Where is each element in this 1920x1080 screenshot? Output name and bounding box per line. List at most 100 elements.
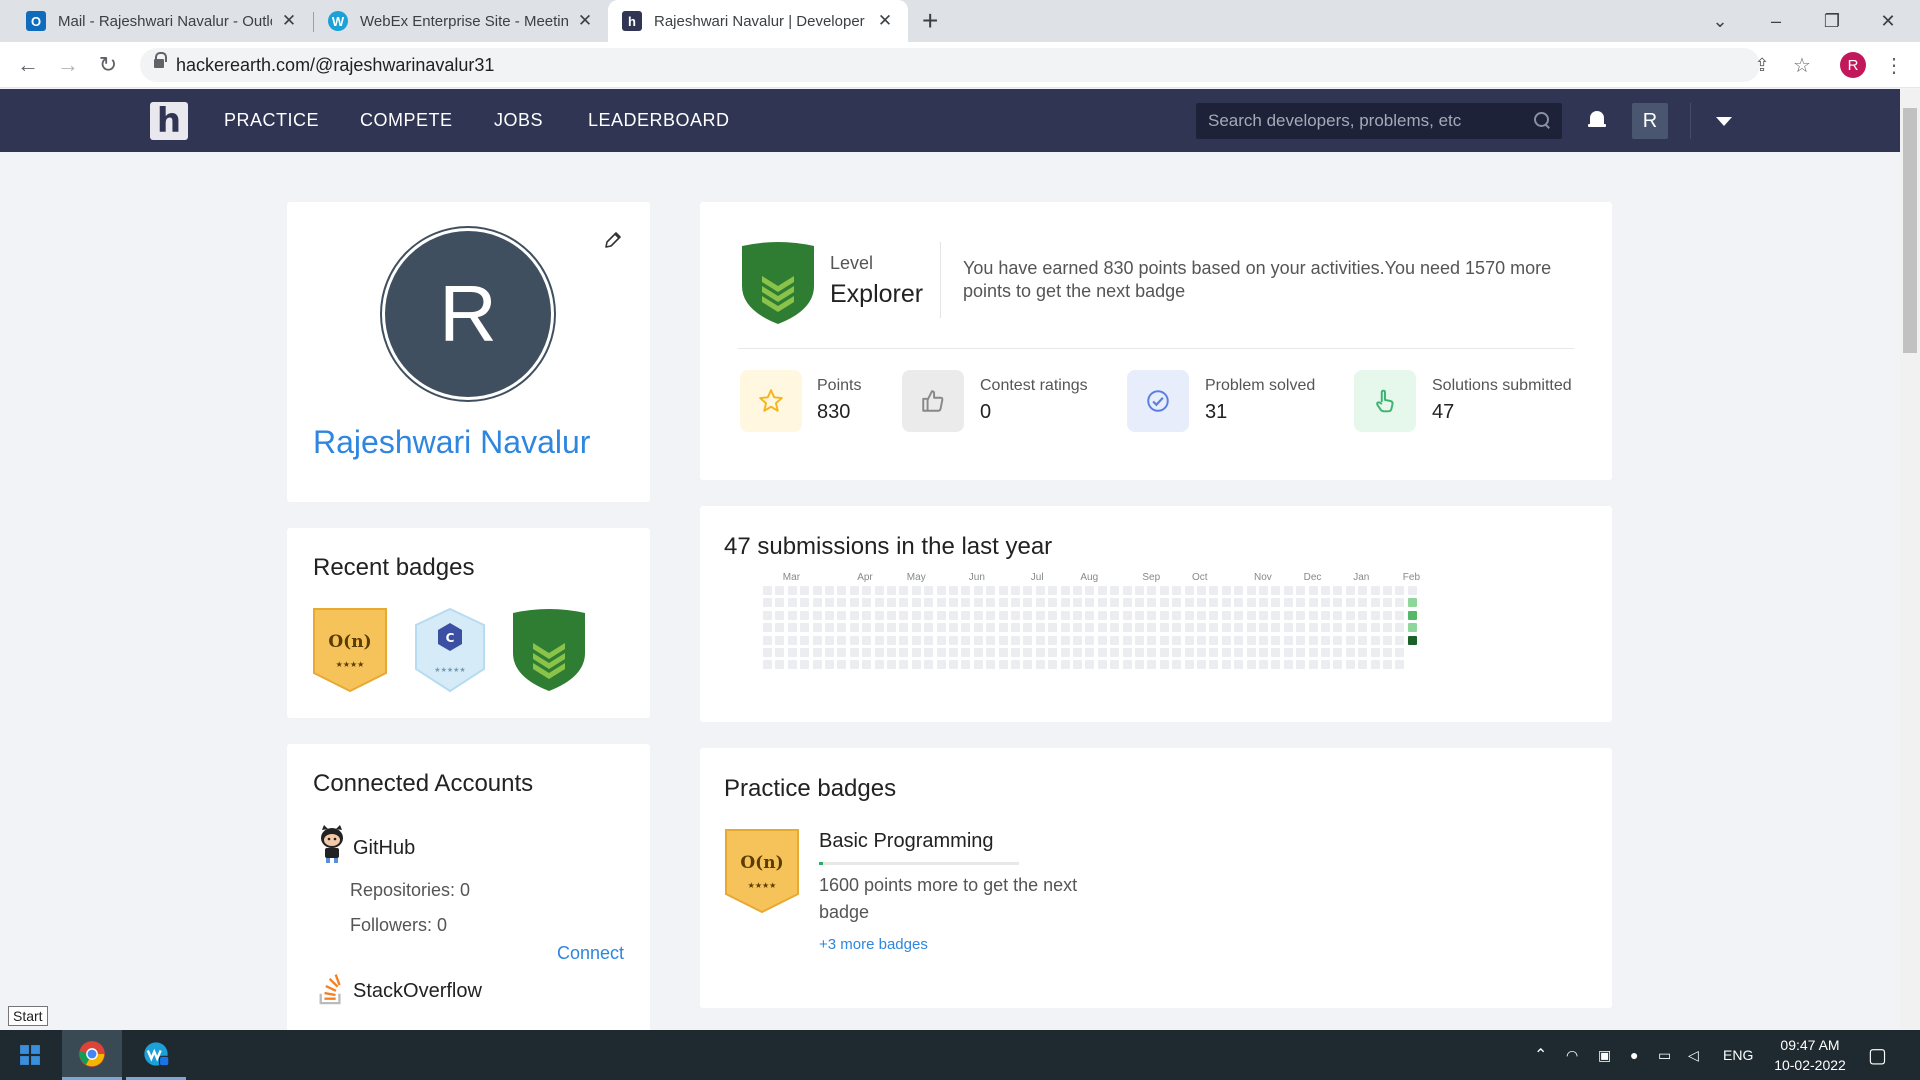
heatmap-day-cell[interactable] — [1184, 586, 1194, 595]
heatmap-day-cell[interactable] — [887, 586, 896, 595]
heatmap-day-cell[interactable] — [1345, 610, 1355, 620]
battery-icon[interactable]: ▭ — [1658, 1030, 1671, 1080]
heatmap-day-cell[interactable] — [1048, 598, 1058, 608]
heatmap-day-cell[interactable] — [1097, 598, 1107, 608]
heatmap-day-cell[interactable] — [1221, 586, 1231, 595]
heatmap-day-cell[interactable] — [874, 648, 884, 657]
heatmap-day-cell[interactable] — [973, 660, 983, 670]
heatmap-day-cell[interactable] — [849, 635, 859, 645]
heatmap-day-cell[interactable] — [1073, 598, 1082, 608]
heatmap-day-cell[interactable] — [949, 660, 958, 670]
heatmap-day-cell[interactable] — [961, 660, 971, 670]
heatmap-day-cell[interactable] — [1333, 623, 1343, 633]
heatmap-day-cell[interactable] — [825, 598, 834, 608]
heatmap-day-cell[interactable] — [825, 660, 834, 670]
heatmap-day-cell[interactable] — [1221, 623, 1231, 633]
heatmap-day-cell[interactable] — [887, 635, 896, 645]
scrollbar-thumb[interactable] — [1903, 108, 1917, 353]
heatmap-day-cell[interactable] — [1321, 660, 1330, 670]
heatmap-day-cell[interactable] — [1135, 623, 1144, 633]
heatmap-day-cell[interactable] — [1333, 635, 1343, 645]
heatmap-day-cell[interactable] — [1085, 598, 1095, 608]
heatmap-day-cell[interactable] — [986, 598, 996, 608]
heatmap-day-cell[interactable] — [1184, 660, 1194, 670]
heatmap-day-cell[interactable] — [1209, 635, 1219, 645]
heatmap-day-cell[interactable] — [837, 660, 847, 670]
heatmap-day-cell[interactable] — [1147, 586, 1157, 595]
heatmap-day-cell[interactable] — [862, 623, 872, 633]
heatmap-day-cell[interactable] — [812, 610, 822, 620]
heatmap-day-cell[interactable] — [763, 610, 772, 620]
heatmap-day-cell[interactable] — [862, 598, 872, 608]
heatmap-day-cell[interactable] — [1122, 635, 1132, 645]
heatmap-day-cell[interactable] — [1321, 586, 1330, 595]
heatmap-day-cell[interactable] — [874, 635, 884, 645]
heatmap-day-cell[interactable] — [1073, 648, 1082, 657]
heatmap-day-cell[interactable] — [800, 598, 810, 608]
heatmap-day-cell[interactable] — [911, 598, 921, 608]
heatmap-day-cell[interactable] — [1209, 648, 1219, 657]
heatmap-day-cell[interactable] — [1011, 623, 1020, 633]
heatmap-day-cell[interactable] — [1023, 610, 1033, 620]
heatmap-day-cell[interactable] — [1060, 635, 1070, 645]
heatmap-day-cell[interactable] — [787, 660, 797, 670]
heatmap-day-cell[interactable] — [1011, 648, 1020, 657]
heatmap-day-cell[interactable] — [763, 635, 772, 645]
heatmap-day-cell[interactable] — [1110, 623, 1120, 633]
heatmap-day-cell[interactable] — [812, 635, 822, 645]
heatmap-day-cell[interactable] — [1048, 610, 1058, 620]
heatmap-day-cell[interactable] — [1172, 635, 1182, 645]
heatmap-day-cell[interactable] — [1370, 660, 1380, 670]
heatmap-day-cell[interactable] — [775, 660, 785, 670]
heatmap-day-cell[interactable] — [1011, 610, 1020, 620]
edit-pencil-icon[interactable] — [603, 230, 623, 250]
taskbar-clock[interactable]: 09:47 AM 10-02-2022 — [1760, 1035, 1860, 1075]
heatmap-day-cell[interactable] — [1197, 648, 1206, 657]
dropdown-caret-icon[interactable] — [1716, 117, 1732, 126]
heatmap-day-cell[interactable] — [849, 660, 859, 670]
heatmap-day-cell[interactable] — [1035, 660, 1045, 670]
heatmap-day-cell[interactable] — [874, 586, 884, 595]
heatmap-day-cell[interactable] — [1395, 648, 1405, 657]
heatmap-day-cell[interactable] — [1246, 648, 1256, 657]
heatmap-day-cell[interactable] — [911, 610, 921, 620]
heatmap-day-cell[interactable] — [849, 598, 859, 608]
heatmap-day-cell[interactable] — [911, 648, 921, 657]
heatmap-day-cell[interactable] — [1296, 586, 1306, 595]
heatmap-day-cell[interactable] — [899, 623, 909, 633]
heatmap-day-cell[interactable] — [1060, 648, 1070, 657]
heatmap-day-cell[interactable] — [1209, 586, 1219, 595]
hackerearth-logo[interactable]: h — [150, 101, 188, 141]
heatmap-day-cell[interactable] — [1221, 610, 1231, 620]
heatmap-day-cell[interactable] — [800, 660, 810, 670]
nav-practice[interactable]: PRACTICE — [224, 89, 319, 152]
heatmap-day-cell[interactable] — [1209, 610, 1219, 620]
heatmap-day-cell[interactable] — [949, 635, 958, 645]
heatmap-day-cell[interactable] — [1159, 635, 1169, 645]
heatmap-day-cell[interactable] — [1023, 648, 1033, 657]
heatmap-day-cell[interactable] — [1395, 598, 1405, 608]
heatmap-day-cell[interactable] — [1023, 598, 1033, 608]
restore-button[interactable]: ❐ — [1804, 0, 1860, 42]
heatmap-day-cell[interactable] — [1097, 660, 1107, 670]
search-input[interactable]: Search developers, problems, etc — [1196, 103, 1562, 139]
heatmap-day-cell[interactable] — [961, 598, 971, 608]
heatmap-day-cell[interactable] — [1246, 623, 1256, 633]
heatmap-day-cell[interactable] — [1395, 635, 1405, 645]
forward-button[interactable]: → — [54, 51, 82, 79]
heatmap-day-cell[interactable] — [1122, 623, 1132, 633]
heatmap-day-cell[interactable] — [1271, 586, 1281, 595]
heatmap-day-cell[interactable] — [1110, 635, 1120, 645]
heatmap-day-cell[interactable] — [1407, 623, 1417, 633]
heatmap-day-cell[interactable] — [1221, 598, 1231, 608]
new-tab-button[interactable]: + — [922, 6, 938, 36]
heatmap-day-cell[interactable] — [1333, 598, 1343, 608]
heatmap-day-cell[interactable] — [775, 623, 785, 633]
heatmap-day-cell[interactable] — [1035, 598, 1045, 608]
heatmap-day-cell[interactable] — [899, 586, 909, 595]
heatmap-day-cell[interactable] — [1073, 660, 1082, 670]
heatmap-day-cell[interactable] — [849, 586, 859, 595]
heatmap-day-cell[interactable] — [1271, 635, 1281, 645]
heatmap-day-cell[interactable] — [1246, 635, 1256, 645]
heatmap-day-cell[interactable] — [1172, 623, 1182, 633]
